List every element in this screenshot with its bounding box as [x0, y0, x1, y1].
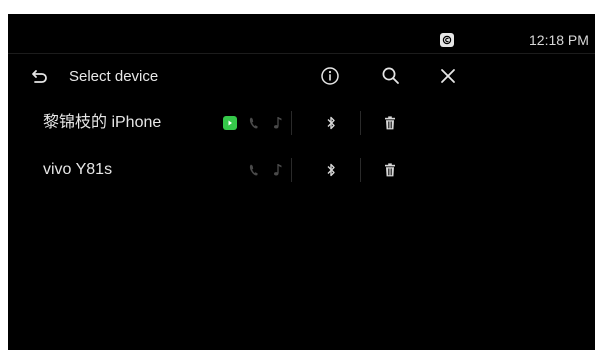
back-arrow-icon	[32, 70, 47, 83]
device-row[interactable]: vivo Y81s	[8, 147, 595, 193]
divider	[360, 111, 361, 135]
search-icon	[382, 67, 399, 84]
phone-icon[interactable]	[246, 114, 262, 132]
status-bar: 12:18 PM	[8, 14, 595, 53]
close-button[interactable]	[436, 64, 460, 88]
divider	[360, 158, 361, 182]
device-row[interactable]: 黎锦枝的 iPhone	[8, 100, 595, 146]
header-bar: Select device	[8, 54, 595, 98]
close-icon	[441, 69, 455, 83]
info-button[interactable]	[318, 64, 342, 88]
app-screen: 12:18 PM Select device 黎锦枝的 iPhone vivo …	[8, 14, 595, 350]
back-button[interactable]	[30, 66, 50, 86]
status-time: 12:18 PM	[529, 32, 589, 48]
page-title: Select device	[69, 68, 159, 85]
divider	[291, 158, 292, 182]
device-name: vivo Y81s	[43, 161, 113, 178]
delete-icon[interactable]	[382, 114, 398, 132]
bluetooth-icon[interactable]	[323, 114, 339, 132]
search-button[interactable]	[379, 64, 403, 88]
carplay-status-icon	[440, 33, 454, 47]
info-icon	[321, 67, 339, 85]
delete-icon[interactable]	[382, 161, 398, 179]
music-icon[interactable]	[270, 114, 286, 132]
bluetooth-icon[interactable]	[323, 161, 339, 179]
device-name: 黎锦枝的 iPhone	[43, 114, 162, 131]
phone-icon[interactable]	[246, 161, 262, 179]
divider	[291, 111, 292, 135]
music-icon[interactable]	[270, 161, 286, 179]
carplay-icon[interactable]	[222, 114, 238, 132]
